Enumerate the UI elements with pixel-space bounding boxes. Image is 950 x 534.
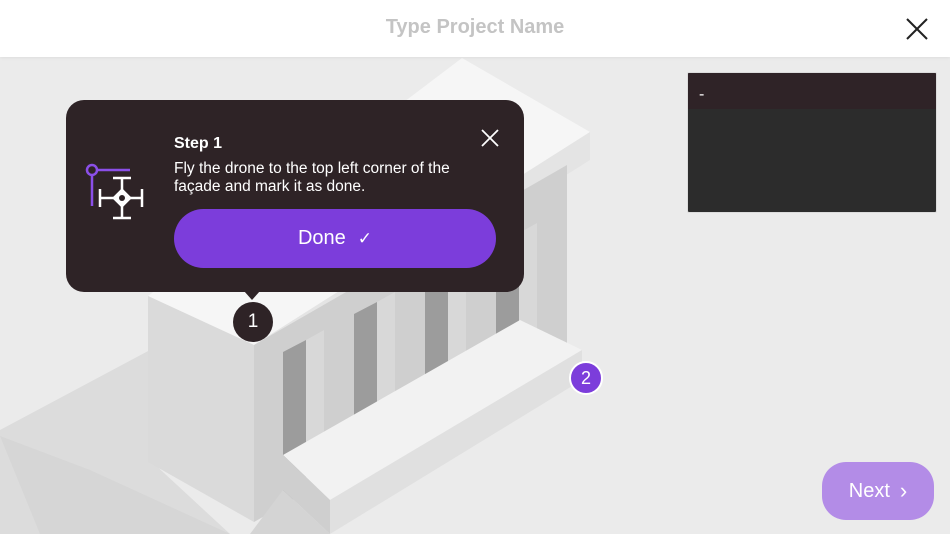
next-label: Next xyxy=(848,479,890,502)
top-bar: Type Project Name xyxy=(0,0,950,57)
camera-preview-panel: - xyxy=(687,72,937,213)
done-label: Done xyxy=(297,227,346,249)
done-button[interactable]: Done ✓ xyxy=(174,209,496,268)
preview-label: - xyxy=(688,73,936,109)
step-tooltip: Step 1 Fly the drone to the top left cor… xyxy=(66,100,524,300)
step-marker-2[interactable]: 2 xyxy=(569,361,603,395)
tooltip-text: Fly the drone to the top left corner of … xyxy=(174,160,450,195)
chevron-right-icon: › xyxy=(899,478,908,503)
next-button[interactable]: Next › xyxy=(822,462,934,520)
tooltip-title: Step 1 xyxy=(174,135,223,152)
close-icon[interactable] xyxy=(904,16,930,42)
project-name-input[interactable]: Type Project Name xyxy=(0,16,950,39)
check-icon: ✓ xyxy=(357,228,373,248)
tooltip-close-icon[interactable] xyxy=(480,128,500,148)
drone-corner-icon xyxy=(85,163,144,220)
step-marker-1[interactable]: 1 xyxy=(233,302,273,342)
